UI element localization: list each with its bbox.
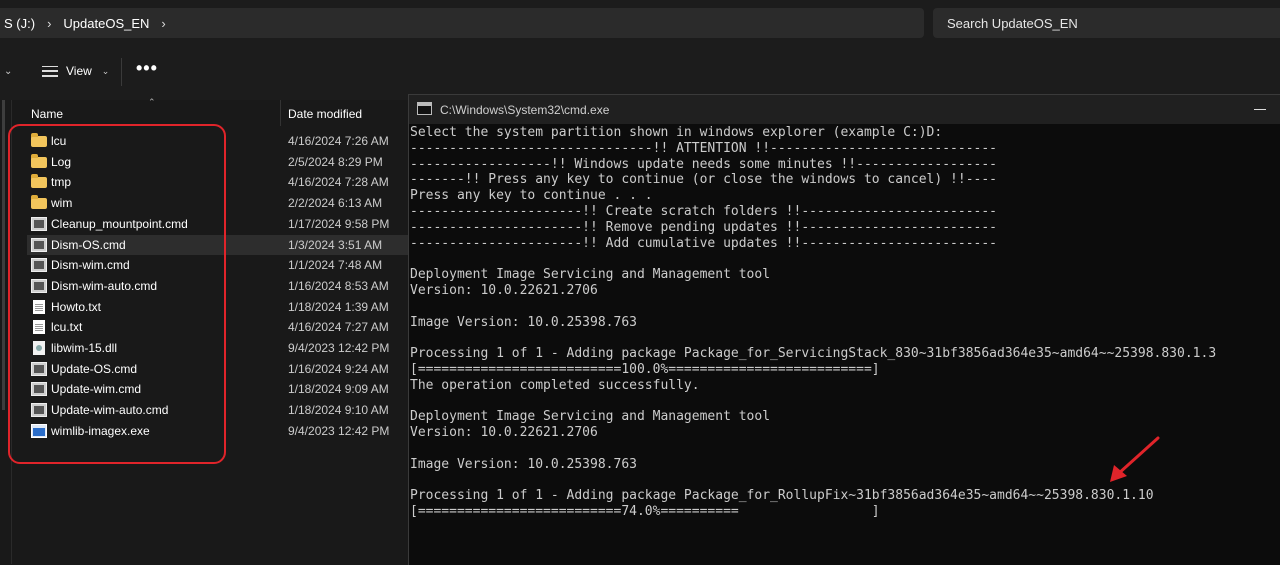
file-date-modified: 1/18/2024 1:39 AM (288, 299, 389, 314)
console-line: -------------------------------!! ATTENT… (410, 140, 997, 156)
file-date-modified: 4/16/2024 7:28 AM (288, 175, 389, 190)
console-line: Processing 1 of 1 - Adding package Packa… (410, 488, 1154, 504)
file-date-modified: 1/16/2024 9:24 AM (288, 361, 389, 376)
command-bar: ⌄ View ⌄ ••• (0, 46, 1280, 101)
console-line: The operation completed successfully. (410, 377, 700, 393)
cmd-window[interactable]: C:\Windows\System32\cmd.exe Select the s… (408, 94, 1280, 565)
console-line: ----------------------!! Remove pending … (410, 219, 997, 235)
console-line: [==========================100.0%=======… (410, 361, 880, 377)
file-date-modified: 9/4/2023 12:42 PM (288, 423, 390, 438)
file-date-modified: 1/17/2024 9:58 PM (288, 216, 390, 231)
address-bar-area: S (J:) › UpdateOS_EN › Search UpdateOS_E… (0, 0, 1280, 46)
console-line: Image Version: 10.0.25398.763 (410, 314, 637, 330)
console-line: ----------------------!! Create scratch … (410, 203, 997, 219)
console-icon (417, 102, 432, 115)
file-date-modified: 4/16/2024 7:27 AM (288, 320, 389, 335)
column-divider[interactable] (280, 100, 281, 126)
column-header-name[interactable]: Name (31, 107, 63, 121)
file-date-modified: 1/16/2024 8:53 AM (288, 278, 389, 293)
console-line: Press any key to continue . . . (410, 188, 653, 204)
file-date-modified: 2/2/2024 6:13 AM (288, 196, 383, 211)
file-date-modified: 4/16/2024 7:26 AM (288, 134, 389, 148)
search-input[interactable]: Search UpdateOS_EN (933, 8, 1280, 38)
console-line: ------------------!! Windows update need… (410, 156, 997, 172)
file-date-modified: 1/18/2024 9:09 AM (288, 382, 389, 397)
console-line: -------!! Press any key to continue (or … (410, 172, 997, 188)
chevron-down-icon: ⌄ (101, 65, 110, 76)
console-line: [==========================74.0%========… (410, 504, 880, 520)
chevron-right-icon[interactable]: › (159, 16, 167, 31)
chevron-down-icon[interactable]: ⌄ (4, 66, 12, 77)
cmd-window-title: C:\Windows\System32\cmd.exe (440, 103, 610, 117)
minimize-button[interactable] (1254, 109, 1266, 110)
sort-ascending-icon: ⌃ (148, 97, 156, 107)
breadcrumb-drive[interactable]: S (J:) (0, 16, 45, 31)
view-button[interactable]: View ⌄ (42, 64, 109, 78)
annotation-highlight-box (8, 124, 226, 464)
console-line: Deployment Image Servicing and Managemen… (410, 409, 771, 425)
chevron-right-icon[interactable]: › (45, 16, 53, 31)
console-line: Version: 10.0.22621.2706 (410, 282, 598, 298)
console-line: Deployment Image Servicing and Managemen… (410, 267, 771, 283)
file-date-modified: 9/4/2023 12:42 PM (288, 341, 390, 355)
console-line: Processing 1 of 1 - Adding package Packa… (410, 346, 1217, 362)
toolbar-divider (121, 58, 122, 86)
file-date-modified: 2/5/2024 8:29 PM (288, 154, 383, 169)
file-date-modified: 1/3/2024 3:51 AM (288, 237, 383, 252)
file-date-modified: 1/1/2024 7:48 AM (288, 258, 383, 273)
nav-pane-scrollbar[interactable] (2, 100, 5, 410)
more-options-button[interactable]: ••• (136, 58, 158, 79)
view-icon (42, 65, 58, 77)
file-date-modified: 1/18/2024 9:10 AM (288, 403, 389, 418)
annotation-arrow-icon (1110, 436, 1160, 482)
console-line: ----------------------!! Add cumulative … (410, 235, 997, 251)
breadcrumb-folder[interactable]: UpdateOS_EN (53, 16, 159, 31)
console-line: Select the system partition shown in win… (410, 125, 943, 140)
view-label: View (66, 64, 92, 78)
column-header-date[interactable]: Date modified (288, 107, 362, 121)
address-bar[interactable]: S (J:) › UpdateOS_EN › (0, 8, 924, 38)
cmd-title-bar[interactable]: C:\Windows\System32\cmd.exe (409, 95, 1280, 124)
